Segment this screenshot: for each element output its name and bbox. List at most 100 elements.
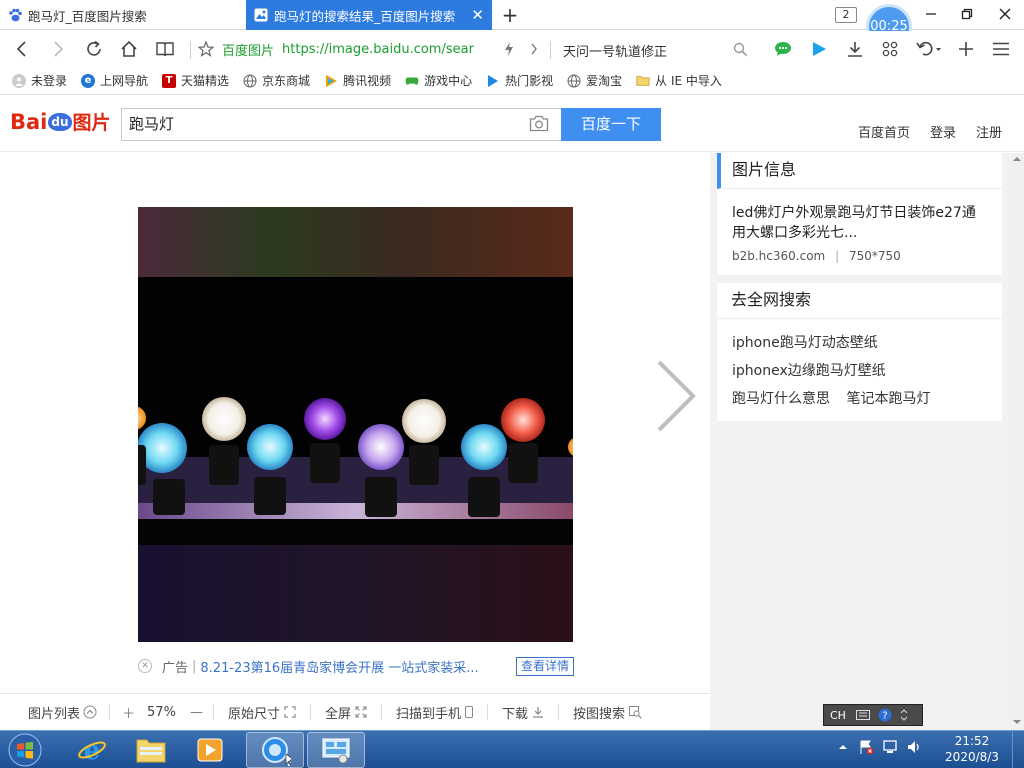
download-icon [533,707,543,718]
volume-icon[interactable] [906,739,922,755]
download-button[interactable]: 下载 [502,703,544,722]
network-icon[interactable] [882,739,898,755]
ime-options-icon[interactable] [900,709,908,721]
keyboard-icon[interactable] [855,710,870,720]
search-button[interactable]: 百度一下 [561,108,661,141]
vertical-scrollbar[interactable] [1010,153,1024,730]
download-icon[interactable] [843,37,867,61]
original-size-button[interactable]: 原始尺寸 [228,703,296,722]
globe-icon [567,74,581,88]
related-search-link[interactable]: iphonex边缘跑马灯壁纸 [732,357,1002,385]
address-bar[interactable]: 百度图片 https://image.baidu.com/sear [198,37,548,61]
image-meta: b2b.hc360.com | 750*750 [717,243,1002,263]
back-icon[interactable] [10,37,34,61]
minimize-icon[interactable] [920,4,942,26]
forward-icon[interactable] [46,37,70,61]
next-image-arrow[interactable] [655,358,697,438]
ad-link[interactable]: 8.21-23第16届青岛家博会开展 一站式家装采... [200,657,510,676]
related-search-link[interactable]: iphone跑马灯动态壁纸 [732,329,1002,357]
close-tab-icon[interactable]: ✕ [471,7,484,23]
scroll-up-icon[interactable] [1010,153,1024,165]
baidu-image-logo[interactable]: Bai du 图片 [10,108,111,135]
home-icon[interactable] [117,37,141,61]
refresh-icon[interactable] [82,37,106,61]
url-text[interactable]: https://image.baidu.com/sear [282,42,474,57]
image-description[interactable]: led佛灯户外观景跑马灯节日装饰e27通用大螺口多彩光七... [717,189,1002,243]
restore-icon[interactable] [956,4,978,26]
bookmark-aitaobao[interactable]: 爱淘宝 [567,72,622,89]
tencent-video-icon [324,74,338,88]
bookmark-label: 腾讯视频 [343,74,392,88]
undo-icon[interactable] [914,37,944,61]
internet-explorer-icon: e [78,736,106,765]
chat-icon[interactable] [771,37,795,61]
search-icon[interactable] [728,37,752,61]
taskbar-ie[interactable]: e [63,732,121,768]
baidu-home-link[interactable]: 百度首页 [858,122,910,141]
image-source[interactable]: b2b.hc360.com [732,249,825,263]
taskbar-browser[interactable] [246,732,304,768]
new-tab-button[interactable]: + [498,3,522,27]
close-window-icon[interactable] [994,4,1016,26]
apps-icon[interactable] [878,37,902,61]
menu-icon[interactable] [989,37,1013,61]
scan-to-phone-button[interactable]: 扫描到手机 [396,703,473,722]
phone-icon [464,706,473,718]
image-info-card: 图片信息 led佛灯户外观景跑马灯节日装饰e27通用大螺口多彩光七... b2b… [717,153,1002,275]
show-hidden-icons[interactable] [838,742,848,752]
bookmark-tencent-video[interactable]: 腾讯视频 [324,72,391,89]
close-ad-icon[interactable]: ✕ [138,659,152,673]
site-label: 百度图片 [222,43,275,59]
ime-toolbar[interactable]: CH ? [823,704,923,726]
add-icon[interactable] [954,37,978,61]
bar-divider [558,704,559,720]
search-suggestion[interactable]: 天问一号轨道修正 [563,41,667,60]
flash-icon[interactable] [497,37,521,61]
fullscreen-button[interactable]: 全屏 [325,703,367,722]
scroll-down-icon[interactable] [1010,716,1024,728]
login-link[interactable]: 登录 [930,122,956,141]
camera-icon[interactable] [529,115,549,136]
register-link[interactable]: 注册 [976,122,1002,141]
show-desktop-button[interactable] [1012,731,1024,768]
tab-baidu-image-search[interactable]: 跑马灯_百度图片搜索 [0,0,245,30]
tab-search-results[interactable]: 跑马灯的搜索结果_百度图片搜索 ✕ [246,0,492,30]
play-icon [486,74,500,88]
search-by-image-button[interactable]: 按图搜索 [573,703,642,722]
zoom-in-button[interactable]: ＋ [122,703,135,722]
taskbar-media-player[interactable] [181,732,239,768]
bookmark-login[interactable]: 未登录 [12,72,67,89]
related-search-link[interactable]: 笔记本跑马灯 [846,391,930,407]
bookmark-hot-movies[interactable]: 热门影视 [486,72,553,89]
bookmark-import-ie[interactable]: 从 IE 中导入 [636,72,722,89]
reader-mode-icon[interactable] [153,37,177,61]
bookmark-jd[interactable]: 京东商城 [243,72,310,89]
led-bulbs-photo[interactable] [138,207,573,642]
ad-banner: ✕ 广告 | 8.21-23第16届青岛家博会开展 一站式家装采... 查看详情 [138,656,574,676]
gamepad-icon [405,74,419,88]
taskbar-explorer[interactable] [122,732,180,768]
web-search-card: 去全网搜索 iphone跑马灯动态壁纸 iphonex边缘跑马灯壁纸 跑马灯什么… [717,283,1002,421]
taskbar-control-panel[interactable] [307,732,365,768]
taskbar-clock[interactable]: 21:52 2020/8/3 [942,733,1002,765]
bookmark-game-center[interactable]: 游戏中心 [405,72,472,89]
bookmark-label: 爱淘宝 [586,74,623,88]
help-icon[interactable]: ? [878,708,892,722]
action-center-flag-icon[interactable] [858,739,874,755]
logo-pic: 图片 [72,112,111,134]
ime-language[interactable]: CH [830,709,846,722]
search-input[interactable]: 跑马灯 [121,108,561,141]
star-icon[interactable] [198,41,214,57]
tab-count-badge[interactable]: 2 [835,7,857,23]
chevron-right-icon[interactable] [522,37,546,61]
start-button[interactable] [2,732,48,768]
zoom-out-button[interactable]: — [190,705,203,720]
bookmark-navigation[interactable]: e 上网导航 [81,72,148,89]
bookmark-label: 京东商城 [262,74,311,88]
image-list-button[interactable]: 图片列表 [28,703,97,722]
related-search-link[interactable]: 跑马灯什么意思 [732,391,830,407]
toolbar-divider [550,41,551,59]
bookmark-tmall[interactable]: T 天猫精选 [162,72,229,89]
video-play-icon[interactable] [807,37,831,61]
ad-details-button[interactable]: 查看详情 [515,656,574,676]
